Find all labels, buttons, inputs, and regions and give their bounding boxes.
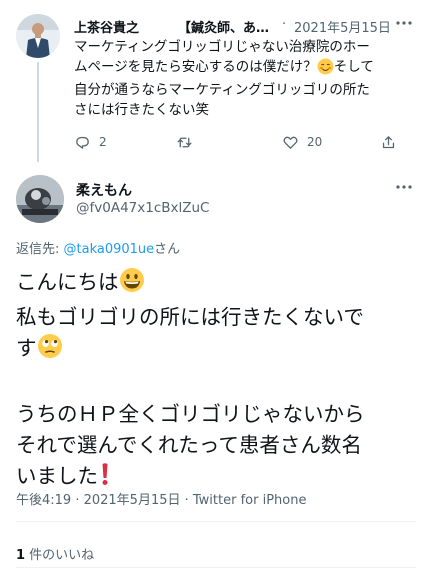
- divider: [16, 521, 416, 522]
- divider: [16, 567, 416, 568]
- tweet-text-line: こんにちは: [16, 267, 416, 302]
- parent-text-line: さには行きたくない笑: [74, 101, 209, 118]
- parent-date[interactable]: 2021年5月15日: [294, 17, 391, 36]
- parent-text-line: 自分が通うならマーケティングゴリッゴリの所た: [74, 82, 370, 98]
- main-author-handle[interactable]: @fv0A47x1cBxlZuC: [76, 200, 209, 216]
- tweet-text-line: す: [16, 333, 416, 368]
- reply-count: 2: [99, 135, 107, 149]
- main-author-name[interactable]: 柔えもん: [76, 180, 132, 200]
- parent-header: 上茶谷貴之 【鍼灸師、あ… · 2021年5月15日: [74, 16, 414, 36]
- reply-suffix: さん: [154, 242, 181, 257]
- retweet-icon: [177, 137, 192, 147]
- more-icon[interactable]: [394, 180, 414, 194]
- main-avatar[interactable]: [16, 175, 64, 223]
- like-icon: [283, 136, 298, 149]
- smiling-face-emoji: [317, 58, 334, 82]
- parent-author-title[interactable]: 【鍼灸師、あ…: [178, 17, 269, 36]
- main-tweet-text: こんにちは 私もゴリゴリの所には行きたくないで す うちのＨＰ全くゴリゴリじゃな…: [16, 267, 416, 496]
- tweet-text-line: うちのＨＰ全くゴリゴリじゃないから: [16, 402, 365, 426]
- reply-icon: [76, 136, 89, 149]
- like-button[interactable]: 20: [282, 132, 322, 152]
- share-button[interactable]: [380, 132, 397, 152]
- parent-text-line: ムページを見たら安心するのは僕だけ？ そして: [74, 58, 414, 82]
- more-icon[interactable]: [394, 16, 414, 30]
- parent-tweet-text: マーケティングゴリッゴリじゃない治療院のホー ムページを見たら安心するのは僕だけ…: [74, 38, 414, 120]
- eye-roll-emoji: [37, 333, 63, 368]
- parent-avatar[interactable]: [16, 14, 60, 58]
- separator-dot: ·: [282, 17, 287, 32]
- reply-to-link[interactable]: @taka0901ue: [64, 242, 155, 257]
- parent-tweet[interactable]: 上茶谷貴之 【鍼灸師、あ… · 2021年5月15日 マーケティングゴリッゴリじ…: [0, 0, 424, 164]
- retweet-button[interactable]: [176, 132, 201, 152]
- share-icon: [382, 135, 395, 148]
- like-total: 1: [16, 548, 26, 563]
- parent-text-line: マーケティングゴリッゴリじゃない治療院のホー: [74, 39, 370, 55]
- tweet-text-line: それで選んでくれたって患者さん数名: [16, 433, 362, 457]
- parent-author-name[interactable]: 上茶谷貴之: [74, 17, 139, 36]
- like-summary-label: 件のいいね: [25, 548, 95, 563]
- reply-button[interactable]: 2: [74, 132, 107, 152]
- tweet-text-line: 私もゴリゴリの所には行きたくないで: [16, 305, 364, 329]
- reply-label: 返信先:: [16, 242, 64, 257]
- grinning-face-emoji: [119, 267, 145, 302]
- parent-action-bar: 2 20: [74, 132, 414, 152]
- replying-to: 返信先: @taka0901ueさん: [16, 238, 180, 257]
- like-summary[interactable]: 1 件のいいね: [16, 544, 94, 563]
- thread-line: [37, 62, 39, 162]
- tweet-timestamp[interactable]: 午後4:19 · 2021年5月15日 · Twitter for iPhone: [16, 489, 306, 508]
- like-count: 20: [307, 135, 323, 149]
